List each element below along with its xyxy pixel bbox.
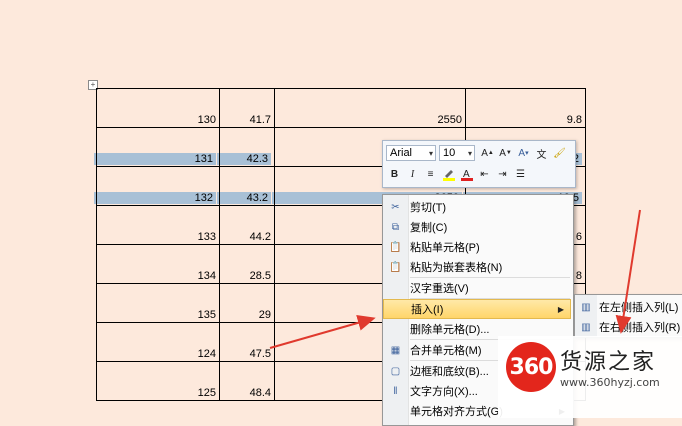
brand-url: www.360hyzj.com (560, 376, 660, 389)
watermark: 360 货源之家 www.360hyzj.com (498, 336, 682, 418)
brand-name: 货源之家 (560, 350, 657, 375)
document-page: + 13041.725509.813142.3213243.2265010.51… (0, 0, 682, 426)
arrow-to-insert-right (615, 209, 641, 334)
brand-logo: 360 (506, 342, 556, 392)
arrow-to-insert (269, 315, 376, 349)
